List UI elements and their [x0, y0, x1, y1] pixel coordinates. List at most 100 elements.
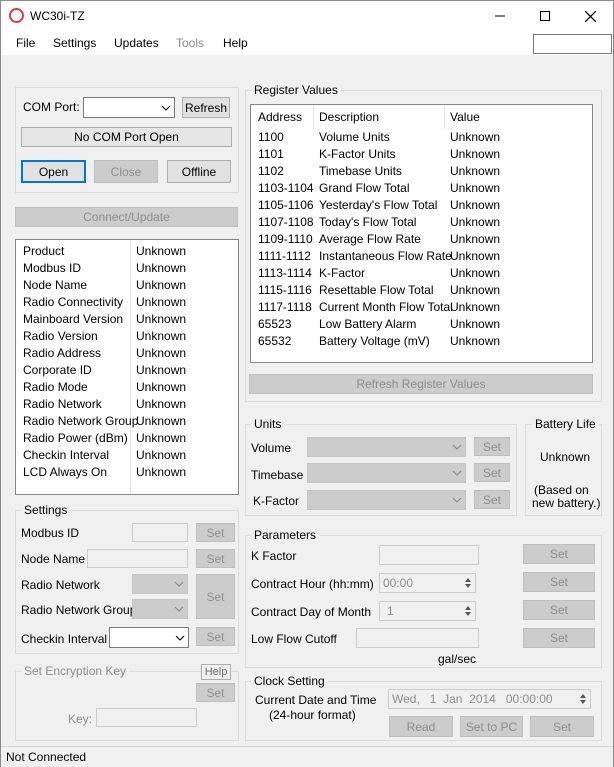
- connect-update-button[interactable]: Connect/Update: [15, 207, 238, 227]
- register-row[interactable]: 1105-1106 Yesterday's Flow Total Unknown: [251, 197, 592, 214]
- maximize-button[interactable]: [522, 1, 568, 31]
- timebase-set-button[interactable]: Set: [474, 463, 510, 482]
- register-row[interactable]: 1101 K-Factor Units Unknown: [251, 146, 592, 163]
- device-info-name: Node Name: [23, 278, 88, 292]
- menu-settings[interactable]: Settings: [53, 36, 96, 50]
- maximize-icon: [540, 11, 550, 21]
- register-row[interactable]: 1102 Timebase Units Unknown: [251, 163, 592, 180]
- kfactor-units-select[interactable]: [307, 490, 466, 510]
- kfactor-units-set-button[interactable]: Set: [474, 490, 510, 509]
- encryption-title: Set Encryption Key: [21, 664, 130, 678]
- register-address: 65523: [258, 317, 292, 331]
- register-description: K-Factor Units: [319, 147, 396, 161]
- header-description[interactable]: Description: [319, 110, 379, 124]
- checkin-interval-select[interactable]: [109, 627, 189, 648]
- clock-set-button[interactable]: Set: [530, 716, 594, 737]
- volume-set-button[interactable]: Set: [474, 437, 510, 456]
- modbus-id-set-button[interactable]: Set: [196, 523, 235, 542]
- device-info-name: Product: [23, 244, 65, 258]
- register-description: Yesterday's Flow Total: [319, 198, 438, 212]
- kfactor-set-button[interactable]: Set: [523, 544, 595, 564]
- register-header: Address Description Value: [251, 105, 592, 129]
- register-row[interactable]: 1111-1112 Instantaneous Flow Rate Unknown: [251, 248, 592, 265]
- header-value[interactable]: Value: [450, 110, 480, 124]
- device-info-name: Radio Mode: [23, 380, 88, 394]
- encryption-help-button[interactable]: Help: [201, 664, 231, 680]
- register-list[interactable]: Address Description Value 1100 Volume Uni…: [250, 104, 593, 363]
- radio-network-set-button[interactable]: Set: [196, 574, 235, 619]
- clock-datetime-picker[interactable]: Wed, 1 Jan 2014 00:00:00: [388, 689, 591, 709]
- register-row[interactable]: 65532 Battery Voltage (mV) Unknown: [251, 333, 592, 350]
- device-info-name: Radio Network Group: [23, 414, 139, 428]
- radio-network-group-label: Radio Network Group: [21, 603, 137, 617]
- device-info-name: Radio Address: [23, 346, 102, 360]
- low-flow-cutoff-input[interactable]: [356, 628, 479, 648]
- register-description: Current Month Flow Total: [319, 300, 453, 314]
- contract-hour-label: Contract Hour (hh:mm): [251, 577, 374, 591]
- register-row[interactable]: 1115-1116 Resettable Flow Total Unknown: [251, 282, 592, 299]
- contract-hour-set-button[interactable]: Set: [523, 572, 595, 592]
- register-description: Resettable Flow Total: [319, 283, 434, 297]
- clock-read-button[interactable]: Read: [389, 716, 453, 737]
- kfactor-input[interactable]: [379, 545, 479, 565]
- column-divider: [130, 240, 131, 494]
- chevron-down-icon: [452, 497, 462, 503]
- low-flow-cutoff-label: Low Flow Cutoff: [251, 632, 337, 646]
- menu-file[interactable]: File: [16, 36, 35, 50]
- radio-network-group-select[interactable]: [132, 599, 188, 619]
- encryption-key-input[interactable]: [96, 708, 197, 727]
- refresh-ports-button[interactable]: Refresh: [182, 97, 230, 118]
- close-icon: [584, 10, 596, 22]
- minimize-button[interactable]: [477, 1, 523, 31]
- volume-select[interactable]: [307, 437, 466, 457]
- refresh-register-values-button[interactable]: Refresh Register Values: [249, 374, 593, 394]
- battery-life-value: Unknown: [540, 450, 591, 464]
- spinner-arrows-icon[interactable]: [579, 692, 587, 706]
- menu-updates[interactable]: Updates: [114, 36, 159, 50]
- register-address: 1100: [258, 130, 284, 144]
- register-row[interactable]: 1100 Volume Units Unknown: [251, 129, 592, 146]
- clock-set-to-pc-button[interactable]: Set to PC: [460, 716, 523, 737]
- contract-day-spinner[interactable]: 1: [379, 601, 476, 621]
- encryption-set-button[interactable]: Set: [196, 683, 235, 702]
- timebase-select[interactable]: [307, 463, 466, 483]
- close-window-button[interactable]: [567, 1, 613, 31]
- device-info-value: Unknown: [136, 278, 187, 292]
- menu-help[interactable]: Help: [223, 36, 248, 50]
- register-row[interactable]: 65523 Low Battery Alarm Unknown: [251, 316, 592, 333]
- register-row[interactable]: 1107-1108 Today's Flow Total Unknown: [251, 214, 592, 231]
- contract-day-set-button[interactable]: Set: [523, 600, 595, 620]
- radio-network-select[interactable]: [132, 574, 188, 594]
- contract-hour-spinner[interactable]: 00:00: [379, 573, 476, 593]
- battery-note-line1: (Based on: [534, 483, 589, 497]
- register-value: Unknown: [450, 300, 501, 314]
- close-button[interactable]: Close: [94, 160, 158, 183]
- header-address[interactable]: Address: [258, 110, 302, 124]
- com-status-button[interactable]: No COM Port Open: [21, 127, 232, 147]
- register-address: 1103-1104: [258, 181, 314, 195]
- menu-text-box[interactable]: [533, 34, 612, 54]
- offline-button[interactable]: Offline: [167, 160, 231, 183]
- low-flow-cutoff-set-button[interactable]: Set: [523, 628, 595, 648]
- device-info-value: Unknown: [136, 414, 187, 428]
- register-description: K-Factor: [319, 266, 366, 280]
- register-row[interactable]: 1109-1110 Average Flow Rate Unknown: [251, 231, 592, 248]
- com-port-select[interactable]: [83, 97, 175, 118]
- spinner-arrows-icon[interactable]: [464, 604, 472, 618]
- register-row[interactable]: 1117-1118 Current Month Flow Total Unknown: [251, 299, 592, 316]
- modbus-id-input[interactable]: [132, 523, 188, 542]
- node-name-input[interactable]: [87, 549, 188, 568]
- spinner-arrows-icon[interactable]: [464, 576, 472, 590]
- node-name-set-button[interactable]: Set: [196, 549, 235, 568]
- clock-setting-title: Clock Setting: [251, 674, 328, 688]
- register-value: Unknown: [450, 249, 501, 263]
- register-row[interactable]: 1103-1104 Grand Flow Total Unknown: [251, 180, 592, 197]
- contract-hour-value: 00:00: [383, 576, 414, 590]
- open-button[interactable]: Open: [21, 160, 86, 183]
- register-row[interactable]: 1113-1114 K-Factor Unknown: [251, 265, 592, 282]
- device-info-list[interactable]: Product Unknown Modbus ID Unknown Node Name U…: [15, 239, 239, 495]
- menu-tools[interactable]: Tools: [176, 36, 204, 50]
- checkin-interval-set-button[interactable]: Set: [196, 627, 235, 646]
- low-flow-unit: gal/sec: [438, 652, 477, 666]
- key-label: Key:: [68, 712, 93, 726]
